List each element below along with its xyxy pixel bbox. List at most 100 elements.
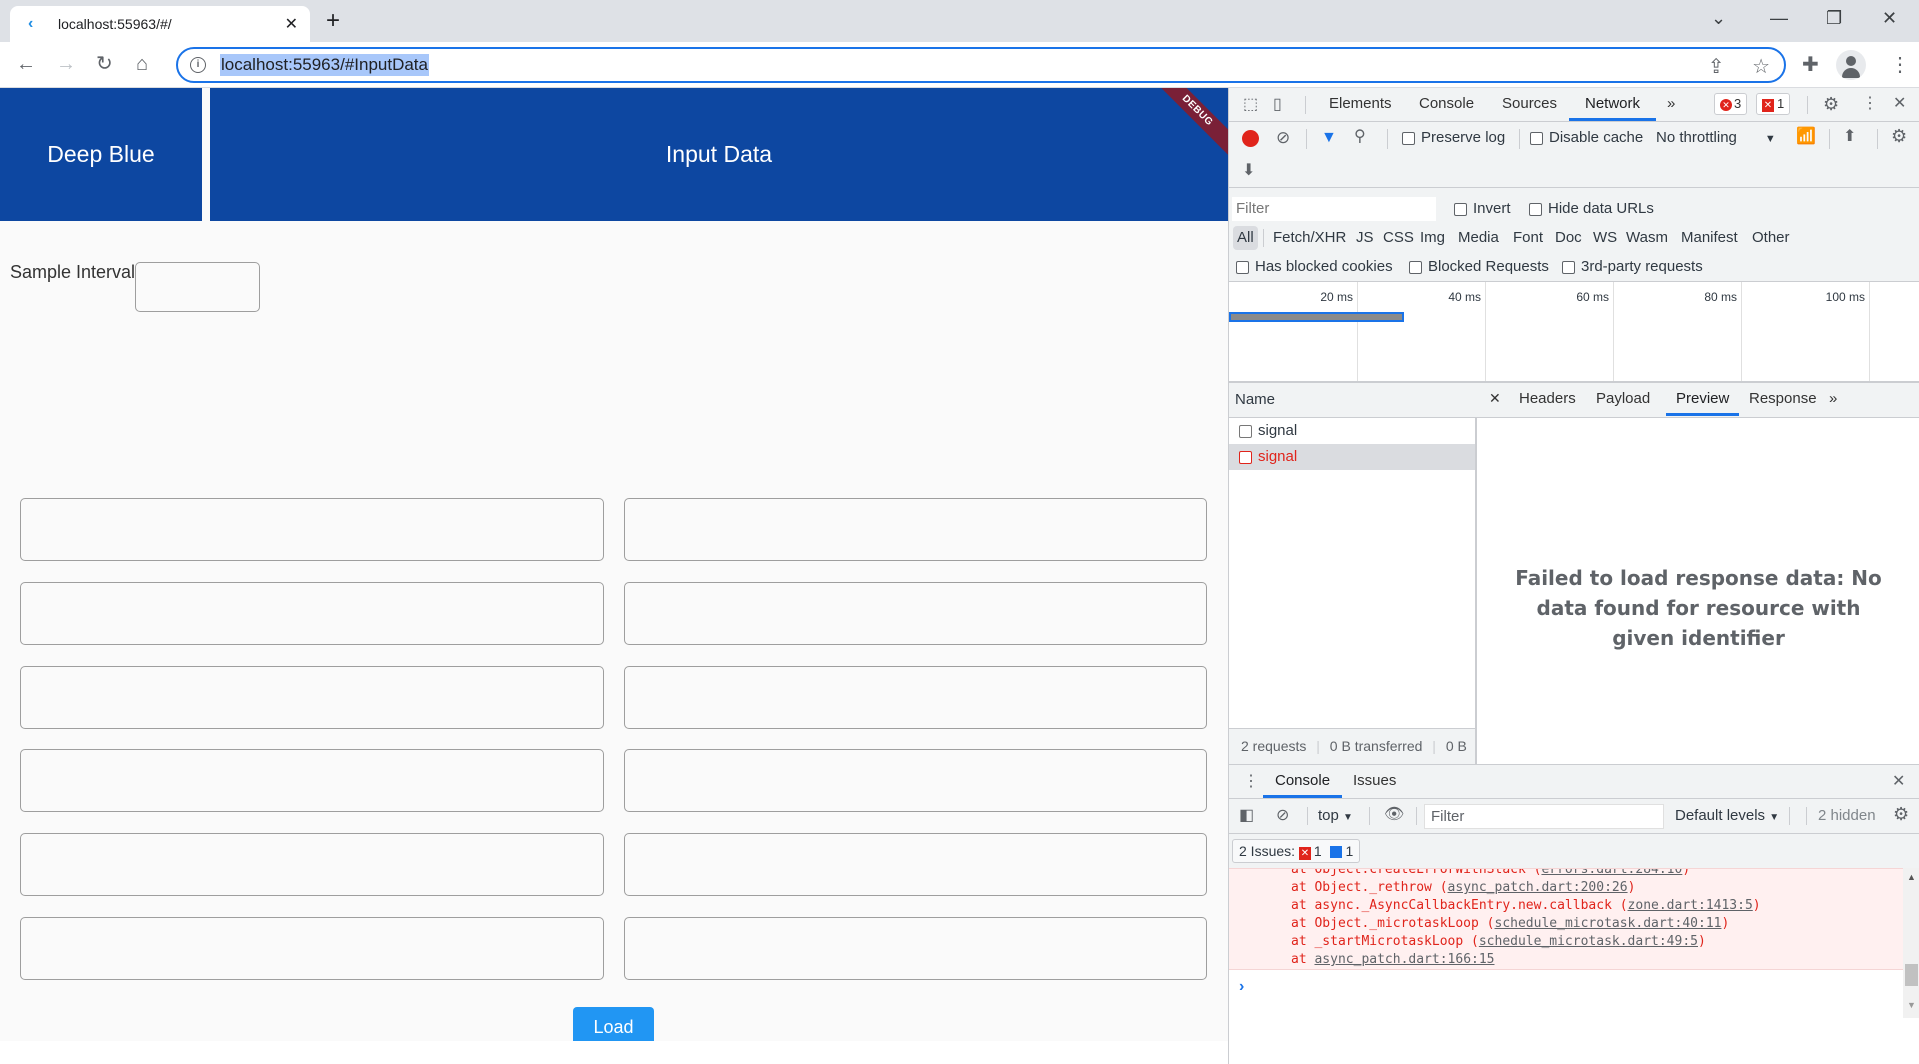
profile-icon[interactable] [1836, 50, 1866, 80]
type-filter-font[interactable]: Font [1513, 226, 1543, 250]
home-icon[interactable]: ⌂ [136, 52, 148, 76]
type-filter-media[interactable]: Media [1458, 226, 1499, 250]
source-link[interactable]: schedule_microtask.dart:40:11 [1495, 916, 1722, 931]
name-column-header[interactable]: Name [1229, 383, 1477, 418]
scroll-up-icon[interactable]: ▲ [1907, 872, 1916, 882]
close-drawer-icon[interactable]: ✕ [1892, 773, 1905, 791]
input-field-3-left[interactable] [20, 666, 604, 729]
import-har-icon[interactable]: ⬆ [1843, 128, 1856, 146]
source-link[interactable]: errors.dart:284:10 [1541, 868, 1682, 877]
preserve-log-checkbox[interactable]: Preserve log [1402, 129, 1505, 146]
type-filter-manifest[interactable]: Manifest [1681, 226, 1738, 250]
tab-elements[interactable]: Elements [1329, 88, 1392, 121]
type-filter-css[interactable]: CSS [1383, 226, 1414, 250]
network-conditions-icon[interactable]: 📶 [1796, 128, 1816, 146]
drawer-tab-console[interactable]: Console [1263, 765, 1342, 798]
source-link[interactable]: async_patch.dart:200:26 [1448, 880, 1628, 895]
has-blocked-cookies-checkbox[interactable]: Has blocked cookies [1236, 258, 1393, 275]
info-icon[interactable]: i [190, 57, 206, 73]
source-link[interactable]: zone.dart:1413:5 [1628, 898, 1753, 913]
network-timeline-overview[interactable]: 20 ms 40 ms 60 ms 80 ms 100 ms [1229, 282, 1919, 383]
context-selector[interactable]: top ▼ [1318, 807, 1353, 824]
close-detail-icon[interactable]: ✕ [1489, 383, 1501, 416]
brand-panel[interactable]: Deep Blue [0, 88, 202, 221]
type-filter-js[interactable]: JS [1356, 226, 1374, 250]
address-bar[interactable]: i localhost:55963/#InputData ⇪ ☆ [176, 47, 1786, 83]
log-levels-select[interactable]: Default levels ▼ [1675, 807, 1779, 824]
request-row[interactable]: signal [1229, 418, 1475, 444]
console-scrollbar[interactable]: ▲ ▼ [1903, 868, 1919, 1018]
device-toolbar-icon[interactable]: ▯ [1273, 96, 1282, 114]
network-filter-input[interactable]: Filter [1232, 197, 1436, 221]
forward-icon[interactable]: → [56, 52, 76, 76]
tab-preview[interactable]: Preview [1666, 383, 1739, 416]
input-field-5-right[interactable] [624, 833, 1207, 896]
sample-interval-input[interactable] [135, 262, 260, 312]
request-row-selected[interactable]: signal [1229, 444, 1475, 470]
tab-response[interactable]: Response [1749, 383, 1817, 416]
input-field-2-left[interactable] [20, 582, 604, 645]
inspect-element-icon[interactable]: ⬚ [1243, 96, 1258, 114]
tab-sources[interactable]: Sources [1502, 88, 1557, 121]
tab-search-icon[interactable]: ⌄ [1711, 8, 1726, 29]
console-sidebar-icon[interactable]: ◧ [1239, 807, 1254, 825]
record-icon[interactable] [1242, 130, 1259, 147]
load-button[interactable]: Load [573, 1007, 654, 1041]
type-filter-all[interactable]: All [1233, 226, 1258, 250]
scroll-down-icon[interactable]: ▼ [1907, 1000, 1916, 1010]
drawer-tab-issues[interactable]: Issues [1353, 765, 1396, 798]
type-filter-img[interactable]: Img [1420, 226, 1445, 250]
live-expression-eye-icon[interactable]: 👁 [1384, 806, 1404, 824]
menu-icon[interactable]: ⋮ [1890, 52, 1910, 77]
reload-icon[interactable]: ↻ [96, 52, 113, 76]
minimize-icon[interactable]: — [1770, 8, 1788, 29]
tab-headers[interactable]: Headers [1519, 383, 1576, 416]
tab-payload[interactable]: Payload [1596, 383, 1650, 416]
type-filter-wasm[interactable]: Wasm [1626, 226, 1668, 250]
type-filter-other[interactable]: Other [1752, 226, 1790, 250]
type-filter-ws[interactable]: WS [1593, 226, 1617, 250]
clear-icon[interactable]: ⊘ [1276, 129, 1290, 147]
error-count-badge[interactable]: ✕3 [1714, 93, 1747, 115]
tab-console[interactable]: Console [1419, 88, 1474, 121]
console-filter-input[interactable]: Filter [1424, 804, 1664, 829]
input-field-6-left[interactable] [20, 917, 604, 980]
tab-network[interactable]: Network [1569, 88, 1656, 121]
issues-button[interactable]: 2 Issues: ✕1 1 [1232, 839, 1360, 863]
input-field-5-left[interactable] [20, 833, 604, 896]
input-field-1-left[interactable] [20, 498, 604, 561]
customize-menu-icon[interactable]: ⋮ [1862, 95, 1878, 113]
throttling-select[interactable]: No throttling▼ [1656, 129, 1776, 146]
source-link[interactable]: async_patch.dart:166:15 [1314, 952, 1494, 967]
hide-data-urls-checkbox[interactable]: Hide data URLs [1529, 200, 1654, 217]
drawer-menu-icon[interactable]: ⋮ [1243, 773, 1259, 791]
share-icon[interactable]: ⇪ [1708, 56, 1725, 78]
input-field-2-right[interactable] [624, 582, 1207, 645]
clear-console-icon[interactable]: ⊘ [1276, 807, 1289, 825]
back-icon[interactable]: ← [16, 52, 36, 76]
input-field-1-right[interactable] [624, 498, 1207, 561]
settings-gear-icon[interactable]: ⚙ [1823, 95, 1839, 113]
export-har-icon[interactable]: ⬇ [1242, 162, 1255, 180]
new-tab-button[interactable]: + [326, 8, 340, 34]
input-field-3-right[interactable] [624, 666, 1207, 729]
restore-icon[interactable]: ❐ [1826, 8, 1842, 29]
bookmark-star-icon[interactable]: ☆ [1752, 56, 1770, 78]
input-field-6-right[interactable] [624, 917, 1207, 980]
issue-count-badge[interactable]: ✕1 [1756, 93, 1790, 115]
console-settings-icon[interactable]: ⚙ [1893, 805, 1909, 823]
more-detail-tabs-icon[interactable]: » [1829, 383, 1837, 416]
browser-tab[interactable]: ‹ localhost:55963/#/ ✕ [10, 6, 310, 42]
search-icon[interactable]: ⚲ [1354, 128, 1366, 146]
close-tab-icon[interactable]: ✕ [285, 14, 298, 34]
network-settings-icon[interactable]: ⚙ [1891, 127, 1907, 145]
disable-cache-checkbox[interactable]: Disable cache [1530, 129, 1643, 146]
blocked-requests-checkbox[interactable]: Blocked Requests [1409, 258, 1549, 275]
third-party-requests-checkbox[interactable]: 3rd-party requests [1562, 258, 1703, 275]
url-text[interactable]: localhost:55963/#InputData [220, 54, 429, 76]
input-field-4-right[interactable] [624, 749, 1207, 812]
console-prompt-icon[interactable]: › [1239, 978, 1244, 996]
window-close-icon[interactable]: ✕ [1882, 8, 1897, 29]
filter-funnel-icon[interactable]: ▼ [1321, 129, 1337, 147]
source-link[interactable]: schedule_microtask.dart:49:5 [1479, 934, 1698, 949]
